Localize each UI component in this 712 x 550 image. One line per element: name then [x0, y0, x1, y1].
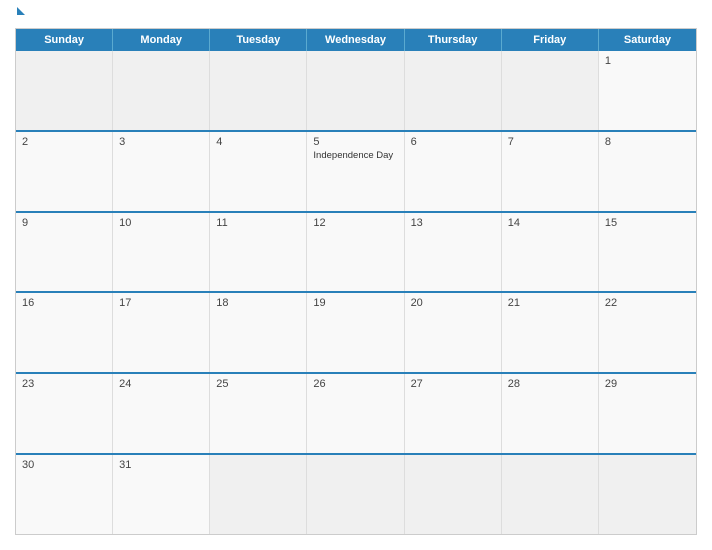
day-cell	[210, 51, 307, 130]
day-number: 18	[216, 297, 300, 309]
day-number: 16	[22, 297, 106, 309]
day-cell: 15	[599, 213, 696, 292]
day-cell: 12	[307, 213, 404, 292]
day-cell: 3	[113, 132, 210, 211]
day-number: 11	[216, 217, 300, 229]
day-header-monday: Monday	[113, 29, 210, 51]
day-cell: 17	[113, 293, 210, 372]
day-cell: 14	[502, 213, 599, 292]
calendar-header	[15, 10, 697, 20]
day-cell: 30	[16, 455, 113, 534]
day-cell: 1	[599, 51, 696, 130]
day-number: 23	[22, 378, 106, 390]
day-cell: 25	[210, 374, 307, 453]
day-cell: 22	[599, 293, 696, 372]
day-cell	[307, 51, 404, 130]
day-cell: 31	[113, 455, 210, 534]
day-number: 3	[119, 136, 203, 148]
day-number: 26	[313, 378, 397, 390]
day-number: 9	[22, 217, 106, 229]
day-number: 25	[216, 378, 300, 390]
day-cell: 21	[502, 293, 599, 372]
day-cell: 2	[16, 132, 113, 211]
day-cell: 24	[113, 374, 210, 453]
day-cell: 4	[210, 132, 307, 211]
week-row-5: 23 24 25 26 27 28 29	[16, 372, 696, 453]
day-cell	[502, 51, 599, 130]
day-cell: 7	[502, 132, 599, 211]
day-cell: 11	[210, 213, 307, 292]
day-headers: SundayMondayTuesdayWednesdayThursdayFrid…	[16, 29, 696, 51]
day-cell	[210, 455, 307, 534]
day-number: 22	[605, 297, 690, 309]
weeks-container: 12345Independence Day6789101112131415161…	[16, 51, 696, 534]
day-header-saturday: Saturday	[599, 29, 696, 51]
day-cell: 19	[307, 293, 404, 372]
day-number: 15	[605, 217, 690, 229]
day-number: 17	[119, 297, 203, 309]
day-number: 4	[216, 136, 300, 148]
day-cell: 26	[307, 374, 404, 453]
day-cell: 20	[405, 293, 502, 372]
day-number: 10	[119, 217, 203, 229]
day-number: 6	[411, 136, 495, 148]
day-number: 14	[508, 217, 592, 229]
day-cell: 13	[405, 213, 502, 292]
day-number: 20	[411, 297, 495, 309]
day-number: 2	[22, 136, 106, 148]
day-cell: 8	[599, 132, 696, 211]
day-header-tuesday: Tuesday	[210, 29, 307, 51]
day-number: 21	[508, 297, 592, 309]
day-cell	[113, 51, 210, 130]
day-cell: 6	[405, 132, 502, 211]
day-cell: 18	[210, 293, 307, 372]
day-cell: 28	[502, 374, 599, 453]
day-header-friday: Friday	[502, 29, 599, 51]
day-cell: 5 Independence Day	[307, 132, 404, 211]
day-number: 27	[411, 378, 495, 390]
week-row-2: 2 3 4 5 Independence Day 6 7 8	[16, 130, 696, 211]
day-number: 12	[313, 217, 397, 229]
day-cell	[405, 51, 502, 130]
day-header-sunday: Sunday	[16, 29, 113, 51]
event-text: Independence Day	[313, 150, 397, 162]
day-cell	[16, 51, 113, 130]
day-cell: 23	[16, 374, 113, 453]
logo-triangle-icon	[17, 7, 25, 15]
week-row-4: 16 17 18 19 20 21 22	[16, 291, 696, 372]
day-cell	[599, 455, 696, 534]
day-number: 30	[22, 459, 106, 471]
day-number: 8	[605, 136, 690, 148]
day-cell: 29	[599, 374, 696, 453]
day-cell: 9	[16, 213, 113, 292]
day-number: 1	[605, 55, 690, 67]
day-number: 24	[119, 378, 203, 390]
day-cell: 27	[405, 374, 502, 453]
day-number: 28	[508, 378, 592, 390]
day-number: 13	[411, 217, 495, 229]
calendar-container: SundayMondayTuesdayWednesdayThursdayFrid…	[0, 0, 712, 550]
day-number: 29	[605, 378, 690, 390]
day-number: 19	[313, 297, 397, 309]
week-row-1: 1	[16, 51, 696, 130]
day-cell: 16	[16, 293, 113, 372]
day-cell: 10	[113, 213, 210, 292]
week-row-6: 30 31	[16, 453, 696, 534]
calendar-grid: SundayMondayTuesdayWednesdayThursdayFrid…	[15, 28, 697, 535]
day-cell	[405, 455, 502, 534]
day-cell	[502, 455, 599, 534]
day-header-wednesday: Wednesday	[307, 29, 404, 51]
day-number: 5	[313, 136, 397, 148]
day-number: 31	[119, 459, 203, 471]
day-number: 7	[508, 136, 592, 148]
week-row-3: 9 10 11 12 13 14 15	[16, 211, 696, 292]
day-header-thursday: Thursday	[405, 29, 502, 51]
day-cell	[307, 455, 404, 534]
